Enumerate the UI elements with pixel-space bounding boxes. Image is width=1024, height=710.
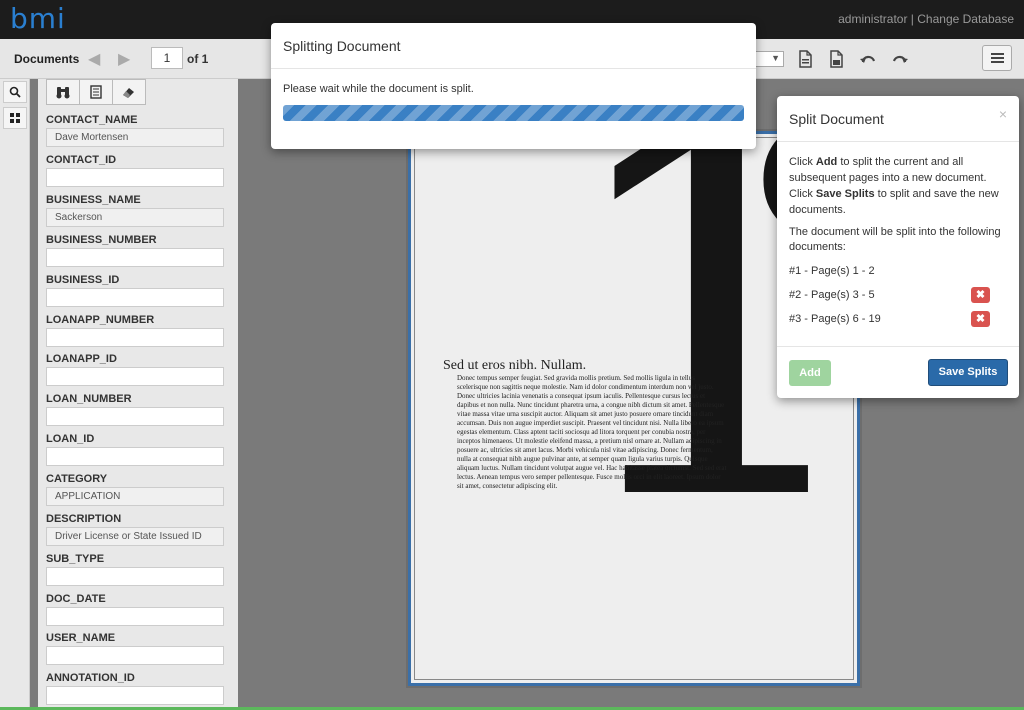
field-label: USER_NAME — [46, 632, 116, 644]
split-instructions: Click Add to split the current and all s… — [789, 154, 1011, 218]
next-page-arrow-icon[interactable]: ▶ — [118, 49, 130, 69]
field-input[interactable] — [46, 646, 224, 665]
instr-save: Save Splits — [815, 188, 875, 200]
field-label: BUSINESS_NAME — [46, 194, 141, 206]
progress-bar — [283, 105, 744, 121]
binoculars-icon[interactable] — [46, 79, 80, 105]
panel-title: Split Document — [789, 111, 884, 127]
document-icon[interactable] — [796, 50, 814, 68]
field-label: DOC_DATE — [46, 593, 106, 605]
split-document-panel: Split Document × Click Add to split the … — [777, 96, 1019, 398]
field-label: CATEGORY — [46, 473, 108, 485]
delete-split-icon[interactable]: ✖ — [971, 287, 990, 303]
field-label: CONTACT_ID — [46, 154, 117, 166]
menu-hamburger-button[interactable] — [982, 45, 1012, 71]
field-input[interactable] — [46, 407, 224, 426]
thumbnails-grid-icon[interactable] — [3, 107, 27, 129]
field-input[interactable] — [46, 367, 224, 386]
bmi-logo[interactable]: bmi — [10, 2, 66, 35]
field-input[interactable]: APPLICATION — [46, 487, 224, 506]
split-document-icon[interactable] — [827, 50, 845, 68]
index-fields-panel: CONTACT_NAME Dave Mortensen CONTACT_ID B… — [38, 79, 238, 710]
instr-add: Add — [815, 156, 838, 168]
modal-divider — [271, 68, 756, 69]
delete-split-icon[interactable]: ✖ — [971, 311, 990, 327]
splitting-document-modal: Splitting Document Please wait while the… — [271, 23, 756, 149]
add-split-button[interactable]: Add — [789, 360, 831, 386]
field-input[interactable] — [46, 328, 224, 347]
field-label: LOANAPP_ID — [46, 353, 117, 365]
left-tool-column — [0, 79, 30, 710]
field-input[interactable] — [46, 288, 224, 307]
search-icon[interactable] — [3, 81, 27, 103]
field-label: BUSINESS_NUMBER — [46, 234, 157, 246]
modal-message: Please wait while the document is split. — [283, 83, 474, 95]
save-splits-button[interactable]: Save Splits — [928, 359, 1008, 386]
field-label: LOAN_ID — [46, 433, 95, 445]
field-input[interactable] — [46, 686, 224, 705]
prev-page-arrow-icon[interactable]: ◀ — [88, 49, 100, 69]
field-input[interactable] — [46, 567, 224, 586]
field-input[interactable] — [46, 447, 224, 466]
undo-icon[interactable] — [859, 50, 877, 68]
page-paragraph: Donec tempus semper feugiat. Sed gravida… — [457, 374, 727, 490]
split-item: #3 - Page(s) 6 - 19 — [789, 313, 881, 325]
split-item: #1 - Page(s) 1 - 2 — [789, 265, 875, 277]
field-label: ANNOTATION_ID — [46, 672, 135, 684]
page-heading: Sed ut eros nibh. Nullam. — [443, 358, 587, 373]
user-links[interactable]: administrator | Change Database — [838, 12, 1014, 26]
field-label: CONTACT_NAME — [46, 114, 138, 126]
panel-divider — [777, 346, 1019, 347]
toolbar-title: Documents — [14, 52, 80, 66]
field-input[interactable]: Sackerson — [46, 208, 224, 227]
split-item: #2 - Page(s) 3 - 5 — [789, 289, 875, 301]
instr-text: Click — [789, 156, 816, 168]
field-label: SUB_TYPE — [46, 553, 105, 565]
eraser-icon[interactable] — [112, 79, 146, 105]
field-input[interactable]: Dave Mortensen — [46, 128, 224, 147]
field-input[interactable]: Driver License or State Issued ID — [46, 527, 224, 546]
field-label: BUSINESS_ID — [46, 274, 120, 286]
field-input[interactable] — [46, 607, 224, 626]
field-label: DESCRIPTION — [46, 513, 122, 525]
field-input[interactable] — [46, 248, 224, 267]
field-label: LOAN_NUMBER — [46, 393, 132, 405]
field-input[interactable] — [46, 168, 224, 187]
page-number-input[interactable]: 1 — [151, 47, 183, 69]
list-icon[interactable] — [79, 79, 113, 105]
redo-icon[interactable] — [891, 50, 909, 68]
modal-title: Splitting Document — [283, 38, 401, 54]
page-count: of 1 — [187, 52, 209, 66]
split-info: The document will be split into the foll… — [789, 226, 1001, 253]
panel-divider — [777, 141, 1019, 142]
close-icon[interactable]: × — [999, 106, 1007, 122]
field-label: LOANAPP_NUMBER — [46, 314, 155, 326]
